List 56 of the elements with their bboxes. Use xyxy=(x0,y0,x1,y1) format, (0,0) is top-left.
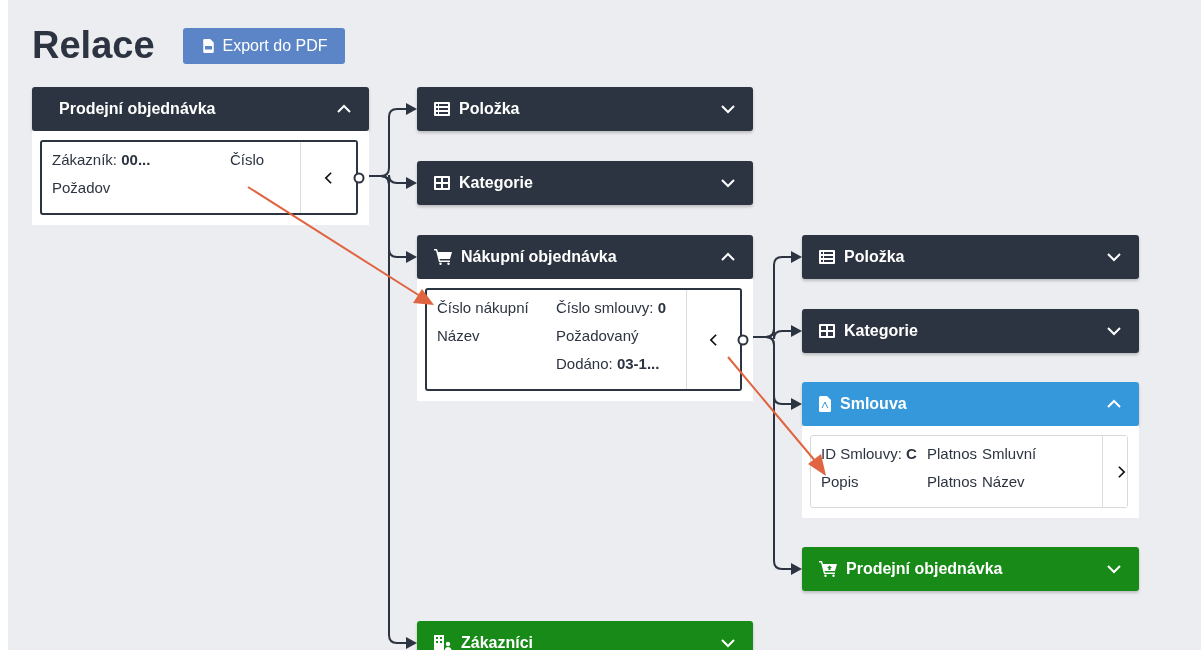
node-title: Prodejní objednávka xyxy=(59,100,217,118)
node-header[interactable]: Kategorie xyxy=(802,309,1139,353)
node-header[interactable]: Kategorie xyxy=(417,161,753,205)
node-title: Kategorie xyxy=(844,322,919,340)
table-list-icon xyxy=(819,250,835,264)
connector-port xyxy=(737,334,749,346)
building-people-icon xyxy=(434,635,452,650)
record-card[interactable]: ID Smlouvy: C Popis Platnos Platnos Smluvní Název xyxy=(810,435,1128,508)
field-text: Název xyxy=(982,473,1026,492)
field-text: Smluvní xyxy=(982,445,1038,464)
field-text: Číslo smlouvy: 0 xyxy=(556,299,668,318)
cart-icon xyxy=(819,561,837,577)
field-text: Dodáno: 03-1... xyxy=(556,355,661,374)
page-title: Relace xyxy=(32,24,155,67)
field-text: Požadovaný xyxy=(556,327,640,346)
field-text: Platnos xyxy=(927,445,979,464)
chevron-down-icon[interactable] xyxy=(1106,252,1122,262)
node-header[interactable]: Prodejní objednávka xyxy=(32,87,369,131)
node-title: Položka xyxy=(844,248,906,266)
field-text: Platnos xyxy=(927,473,979,492)
node-header[interactable]: Nákupní objednávka xyxy=(417,235,753,279)
record-card[interactable]: Číslo nákupní Název Číslo smlouvy: 0 Požadovaný Dodáno: 03-1... xyxy=(425,288,742,391)
node-header[interactable]: Prodejní objednávka xyxy=(802,547,1139,591)
node-title: Zákazníci xyxy=(461,634,535,650)
node-header[interactable]: Zákazníci xyxy=(417,621,753,650)
node-title: Smlouva xyxy=(840,395,908,413)
chevron-up-icon[interactable] xyxy=(720,252,736,262)
toggle-links-button[interactable] xyxy=(1102,436,1127,507)
field-text: Název xyxy=(437,327,481,346)
connector-port xyxy=(353,172,365,184)
grid-icon xyxy=(434,176,450,190)
toggle-links-button[interactable] xyxy=(686,290,740,389)
field-text: Číslo xyxy=(230,151,266,170)
chevron-down-icon[interactable] xyxy=(720,178,736,188)
grid-icon xyxy=(819,324,835,338)
field-text: ID Smlouvy: C xyxy=(821,445,918,464)
field-text: Číslo nákupní xyxy=(437,299,530,318)
node-title: Prodejní objednávka xyxy=(846,560,1004,578)
chevron-down-icon[interactable] xyxy=(720,104,736,114)
node-header[interactable]: Položka xyxy=(417,87,753,131)
node-title: Položka xyxy=(459,100,521,118)
chevron-down-icon[interactable] xyxy=(1106,326,1122,336)
table-list-icon xyxy=(434,102,450,116)
toggle-links-button[interactable] xyxy=(300,142,356,213)
export-pdf-button[interactable]: Export do PDF xyxy=(182,27,346,64)
pdf-file-icon xyxy=(202,38,214,53)
pdf-file-icon xyxy=(819,396,831,412)
chevron-up-icon[interactable] xyxy=(336,104,352,114)
field-text: Zákazník: 00... xyxy=(52,151,152,170)
field-text: Popis xyxy=(821,473,860,492)
node-title: Kategorie xyxy=(459,174,534,192)
record-card[interactable]: Zákazník: 00... Požadov Číslo xyxy=(40,140,358,215)
node-header[interactable]: Položka xyxy=(802,235,1139,279)
cart-icon xyxy=(434,249,452,265)
node-title: Nákupní objednávka xyxy=(461,248,618,266)
field-text: Požadov xyxy=(52,179,112,198)
